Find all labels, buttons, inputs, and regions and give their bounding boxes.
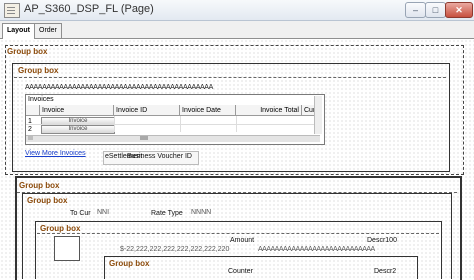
outer-group-box-2-label: Group box — [19, 181, 60, 190]
scroll-thumb[interactable] — [140, 136, 148, 140]
amount-field[interactable]: $-22,222,222,222,222,222,222,220 — [120, 246, 229, 253]
grid-vertical-scrollbar[interactable] — [314, 96, 322, 134]
amount-label: Amount — [230, 237, 255, 244]
invoice-group-box-label: Group box — [18, 66, 59, 75]
close-button[interactable]: ✕ — [445, 2, 473, 18]
scroll-left-arrow[interactable] — [28, 136, 33, 140]
tab-strip — [0, 21, 474, 39]
app-window-icon — [4, 3, 20, 18]
group-divider — [37, 233, 439, 234]
to-cur-label: To Cur — [70, 210, 91, 217]
invoice-row-button[interactable]: Invoice — [41, 125, 115, 134]
cell-divider — [114, 116, 115, 132]
tab-order[interactable]: Order — [34, 23, 62, 38]
view-more-invoices-link[interactable]: View More Invoices — [25, 150, 86, 157]
cell-divider — [180, 116, 181, 132]
tab-layout[interactable]: Layout — [2, 23, 35, 40]
amount-group-box-label: Group box — [40, 224, 81, 233]
row-number: 2 — [28, 126, 32, 133]
maximize-button[interactable]: □ — [425, 2, 446, 18]
descr100-label: Descr100 — [367, 237, 397, 244]
grid-horizontal-scrollbar[interactable] — [26, 135, 320, 142]
image-placeholder[interactable] — [54, 236, 80, 261]
window-title: AP_S360_DSP_FL (Page) — [24, 3, 154, 15]
column-header-invoice[interactable]: Invoice — [40, 105, 114, 116]
grid-title: Invoices — [28, 96, 54, 103]
column-header-invoice-id[interactable]: Invoice ID — [114, 105, 180, 116]
business-voucher-id-label: Business Voucher ID — [127, 153, 192, 160]
descr100-field[interactable]: AAAAAAAAAAAAAAAAAAAAAAAAAAAA — [258, 246, 375, 253]
rate-type-label: Rate Type — [151, 210, 183, 217]
rate-group-box-label: Group box — [27, 196, 68, 205]
counter-group-box[interactable] — [104, 256, 418, 279]
to-cur-field[interactable]: NNI — [97, 209, 109, 216]
outer-group-box-label: Group box — [7, 47, 48, 56]
counter-label: Counter — [228, 268, 253, 275]
minimize-button[interactable]: – — [405, 2, 426, 18]
descr2-label: Descr2 — [374, 268, 397, 275]
grid-corner — [26, 105, 40, 116]
column-header-invoice-total[interactable]: Invoice Total — [236, 105, 302, 116]
cell-divider — [236, 116, 237, 132]
long-text-field[interactable]: AAAAAAAAAAAAAAAAAAAAAAAAAAAAAAAAAAAAAAAA… — [25, 84, 213, 91]
counter-group-box-label: Group box — [109, 259, 150, 268]
group-divider — [14, 77, 446, 78]
column-header-invoice-date[interactable]: Invoice Date — [180, 105, 236, 116]
row-divider — [26, 124, 316, 125]
rate-type-field[interactable]: NNNN — [191, 209, 211, 216]
